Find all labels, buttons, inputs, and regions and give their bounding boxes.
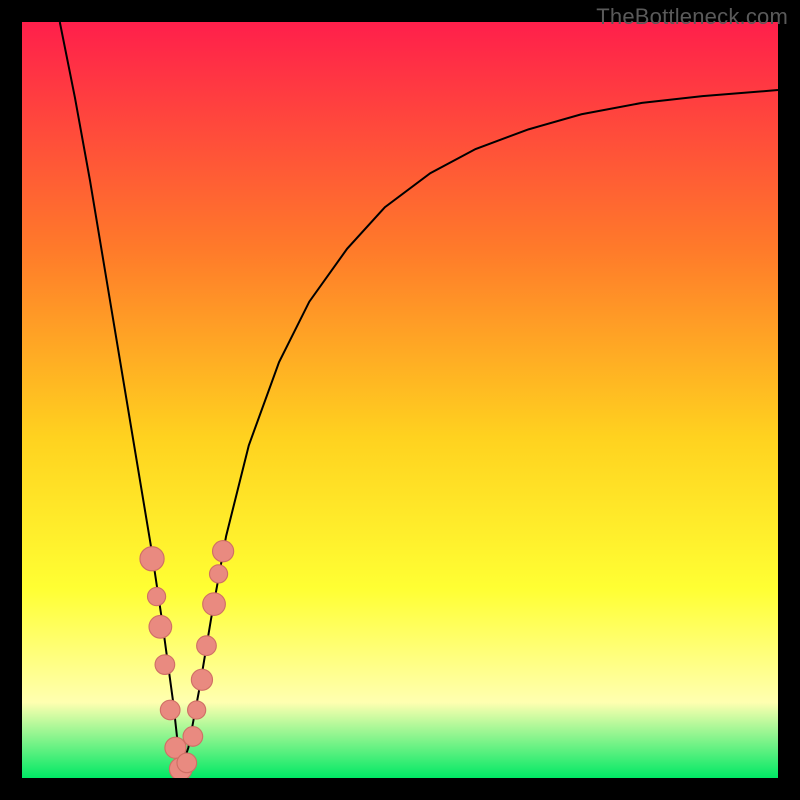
data-marker — [140, 547, 164, 571]
data-marker — [160, 700, 180, 720]
chart-svg — [22, 22, 778, 778]
data-marker — [188, 701, 206, 719]
data-marker — [155, 655, 175, 675]
data-marker — [149, 615, 172, 638]
watermark-text: TheBottleneck.com — [596, 4, 788, 30]
data-marker — [197, 636, 217, 656]
data-marker — [213, 541, 234, 562]
data-marker — [203, 593, 226, 616]
plot-area — [22, 22, 778, 778]
data-marker — [209, 565, 227, 583]
outer-frame: TheBottleneck.com — [0, 0, 800, 800]
data-marker — [191, 669, 212, 690]
gradient-background — [22, 22, 778, 778]
data-marker — [183, 727, 203, 747]
data-marker — [177, 753, 197, 773]
data-marker — [147, 587, 165, 605]
